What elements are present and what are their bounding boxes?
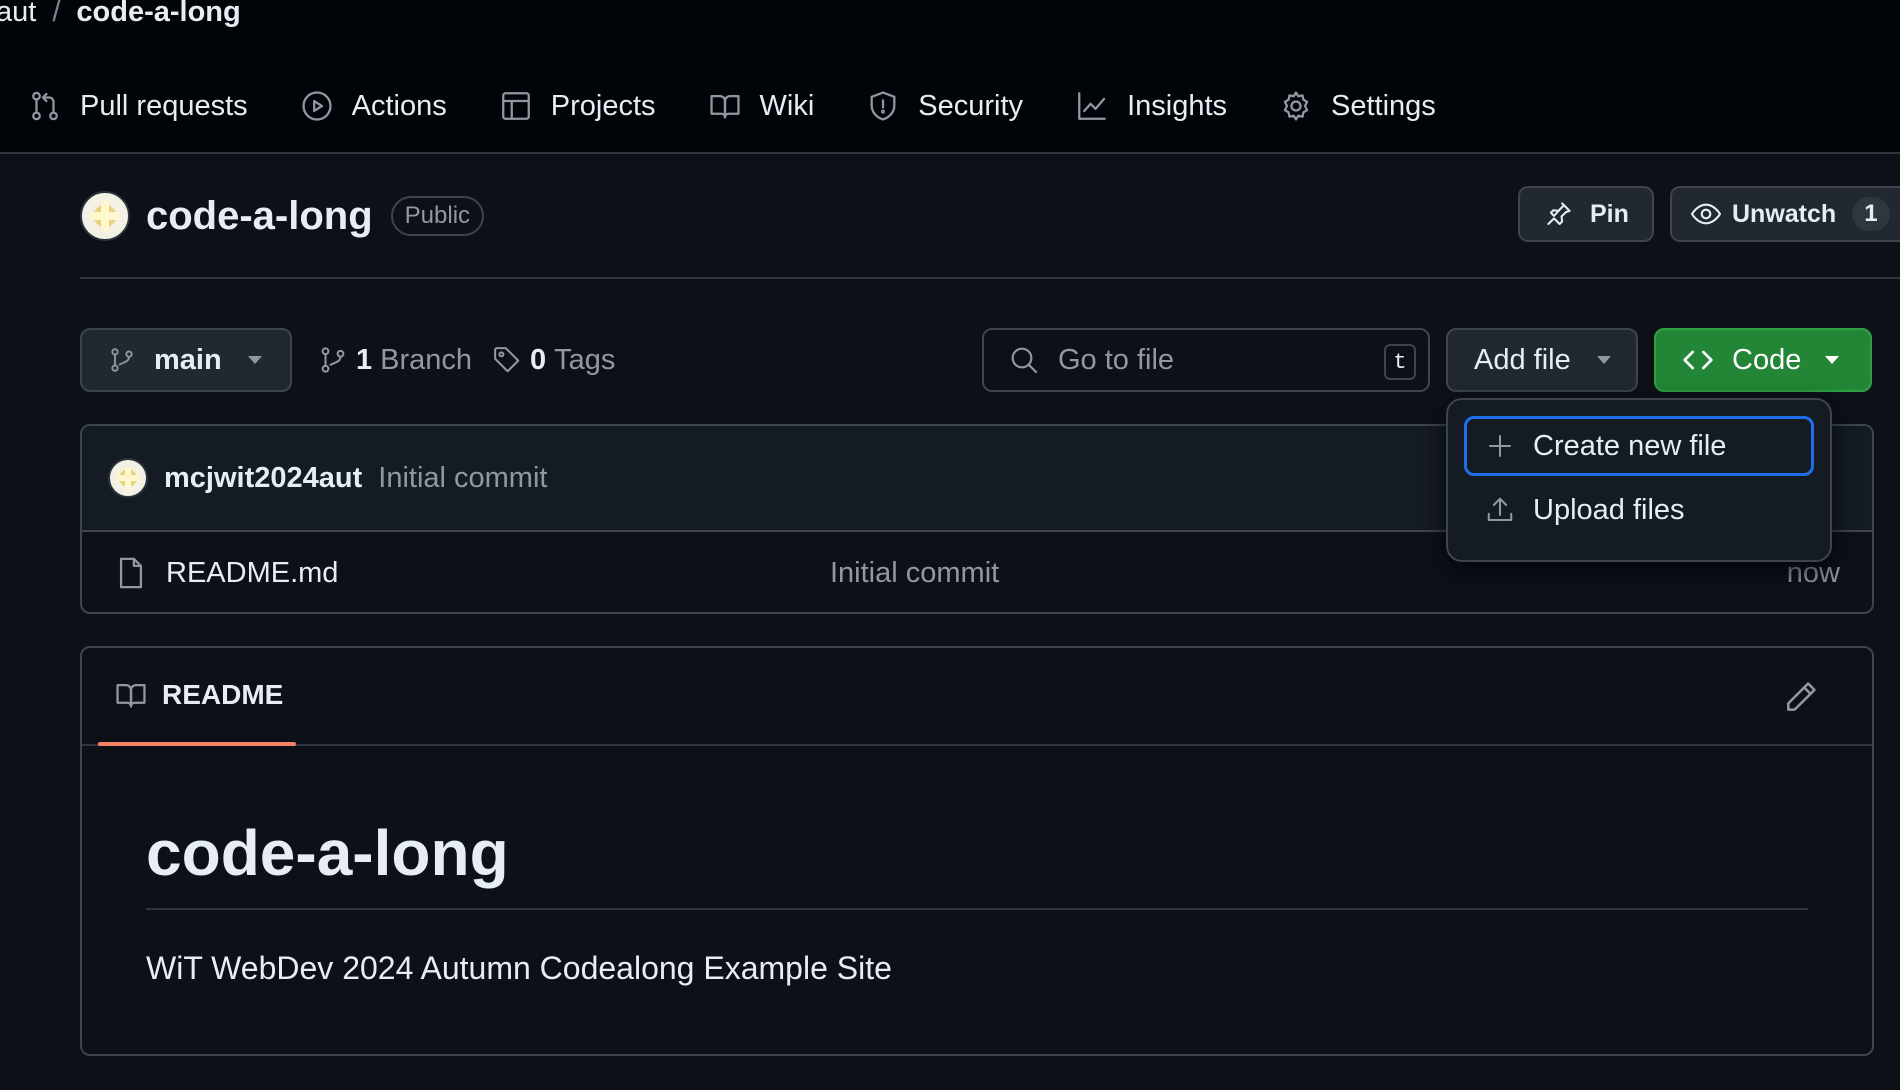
- branch-count: 1: [356, 343, 373, 376]
- tag-icon: [494, 347, 520, 373]
- add-file-label: Add file: [1474, 343, 1571, 376]
- repo-name[interactable]: code-a-long: [146, 194, 373, 239]
- tab-pull-requests[interactable]: Pull requests: [28, 84, 248, 128]
- code-icon: [1683, 350, 1713, 370]
- file-commit-message[interactable]: Initial commit: [830, 557, 999, 590]
- add-file-button[interactable]: Add file: [1446, 328, 1638, 392]
- divider: [80, 277, 1900, 279]
- code-label: Code: [1732, 343, 1802, 376]
- readme-heading: code-a-long: [146, 816, 1808, 910]
- branch-name: main: [154, 343, 222, 376]
- tab-projects[interactable]: Projects: [499, 84, 656, 128]
- plus-icon: [1489, 435, 1511, 457]
- eye-icon: [1690, 203, 1722, 225]
- repo-header: aut / code-a-long Pull requests Actions …: [0, 0, 1900, 154]
- play-icon: [302, 91, 332, 121]
- tag-count: 0: [530, 343, 547, 376]
- active-tab-indicator: [98, 742, 296, 746]
- unwatch-label: Unwatch: [1732, 199, 1837, 228]
- menu-item-upload-files[interactable]: Upload files: [1464, 480, 1814, 540]
- tab-label: Projects: [550, 89, 656, 122]
- tag-count-label: Tags: [554, 343, 616, 376]
- readme-paragraph: WiT WebDev 2024 Autumn Codealong Example…: [146, 950, 892, 986]
- tab-label: Settings: [1331, 89, 1436, 122]
- upload-icon: [1487, 497, 1513, 521]
- book-icon: [116, 683, 146, 708]
- pin-icon: [1547, 202, 1571, 225]
- repo-title-row: code-a-long Public: [80, 188, 485, 244]
- unwatch-button[interactable]: Unwatch 1: [1670, 186, 1900, 242]
- breadcrumb: aut / code-a-long: [0, 0, 241, 30]
- watch-count-badge: 1: [1852, 197, 1890, 231]
- menu-item-create-new-file[interactable]: Create new file: [1464, 416, 1814, 476]
- tab-readme[interactable]: README: [114, 678, 283, 712]
- tab-label: Pull requests: [80, 89, 248, 122]
- readme-header: README: [82, 648, 1872, 746]
- graph-icon: [1078, 92, 1106, 120]
- table-icon: [501, 92, 530, 120]
- branch-select[interactable]: main: [80, 328, 292, 392]
- commit-author[interactable]: mcjwit2024aut: [164, 462, 362, 495]
- file-icon: [119, 557, 143, 589]
- chevron-down-icon: [247, 356, 262, 364]
- branch-count-label: Branch: [380, 343, 473, 376]
- search-icon: [1011, 347, 1038, 374]
- readme-content: code-a-long WiT WebDev 2024 Autumn Codea…: [82, 746, 1872, 987]
- tab-label: Insights: [1127, 89, 1228, 122]
- git-pull-request-icon: [32, 91, 58, 121]
- git-branch-icon: [111, 348, 133, 372]
- avatar[interactable]: [108, 458, 148, 498]
- tab-label: Security: [918, 89, 1024, 122]
- pin-button[interactable]: Pin: [1518, 186, 1654, 242]
- chevron-down-icon: [1596, 356, 1611, 364]
- menu-item-label: Create new file: [1533, 429, 1727, 462]
- pencil-icon[interactable]: [1782, 678, 1820, 716]
- branches-link[interactable]: 1 Branch: [318, 340, 472, 380]
- code-button[interactable]: Code: [1654, 328, 1872, 392]
- gear-icon: [1283, 91, 1309, 121]
- pin-label: Pin: [1590, 199, 1629, 228]
- readme-tab-label: README: [162, 679, 284, 710]
- breadcrumb-repo[interactable]: code-a-long: [76, 0, 240, 29]
- go-to-file-field[interactable]: t: [982, 328, 1430, 392]
- breadcrumb-owner[interactable]: aut: [0, 0, 36, 29]
- git-branch-icon: [321, 347, 345, 373]
- tab-insights[interactable]: Insights: [1075, 84, 1227, 128]
- avatar[interactable]: [80, 191, 130, 241]
- add-file-menu: Create new file Upload files: [1446, 398, 1832, 562]
- search-input[interactable]: [1058, 343, 1378, 377]
- book-icon: [709, 94, 740, 119]
- visibility-badge: Public: [390, 196, 485, 236]
- file-name[interactable]: README.md: [166, 557, 338, 590]
- tab-wiki[interactable]: Wiki: [708, 84, 815, 128]
- readme-panel: README code-a-long WiT WebDev 2024 Autum…: [80, 646, 1874, 1056]
- menu-item-label: Upload files: [1533, 493, 1685, 526]
- commit-message[interactable]: Initial commit: [378, 462, 547, 495]
- keyboard-shortcut-hint: t: [1384, 344, 1416, 380]
- tab-security[interactable]: Security: [866, 84, 1023, 128]
- tags-link[interactable]: 0 Tags: [492, 340, 615, 380]
- tab-label: Actions: [351, 89, 447, 122]
- shield-icon: [870, 91, 896, 121]
- tab-label: Wiki: [759, 89, 815, 122]
- tab-actions[interactable]: Actions: [300, 84, 447, 128]
- tab-settings[interactable]: Settings: [1279, 84, 1436, 128]
- chevron-down-icon: [1825, 356, 1840, 364]
- repo-nav: Pull requests Actions Projects Wiki Secu…: [0, 84, 1436, 128]
- breadcrumb-separator: /: [52, 0, 61, 28]
